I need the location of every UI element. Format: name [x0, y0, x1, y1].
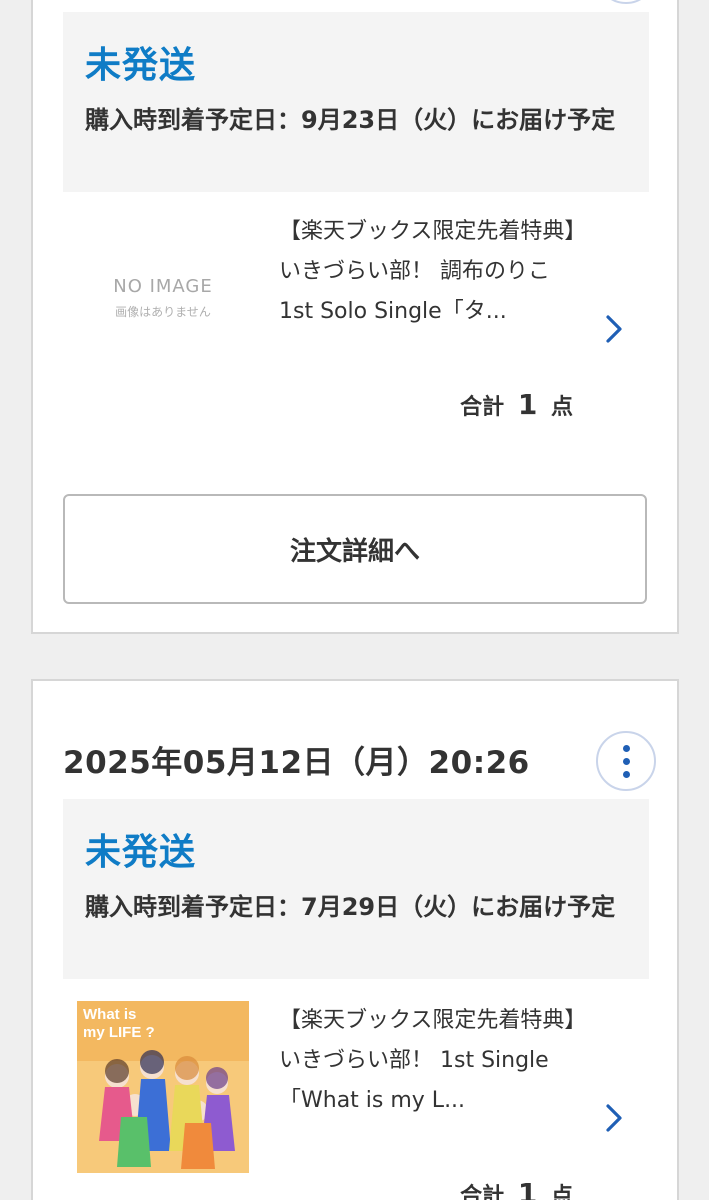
quantity-unit: 点 [550, 1184, 573, 1200]
delivery-estimate: 購入時到着予定日：7月29日（火）にお届け予定 [85, 893, 616, 921]
svg-text:What is: What is [83, 1006, 136, 1023]
item-quantity: 合計 1 点 [460, 388, 573, 421]
chevron-right-icon[interactable] [599, 1103, 629, 1133]
quantity-label: 合計 [460, 395, 505, 420]
quantity-value: 1 [517, 388, 538, 421]
quantity-unit: 点 [550, 395, 573, 420]
shipping-status: 未発送 [85, 45, 197, 86]
svg-text:my LIFE ?: my LIFE ? [83, 1024, 155, 1041]
shipping-status: 未発送 [85, 832, 197, 873]
item-title[interactable]: 【楽天ブックス限定先着特典】いきづらい部！ 1st Single「What is… [279, 1001, 579, 1121]
order-item[interactable]: What is my LIFE ? 【楽天ブックス限定先着特典】いきづらい部！ … [63, 991, 649, 1200]
quantity-label: 合計 [460, 1184, 505, 1200]
no-image-subtext: 画像はありません [115, 305, 211, 319]
no-image-text: NO IMAGE [113, 276, 213, 297]
order-datetime: 2025年05月12日（月）20:26 [63, 745, 530, 781]
order-history-page: 未発送 購入時到着予定日：9月23日（火）にお届け予定 NO IMAGE 画像は… [0, 0, 709, 1200]
item-quantity: 合計 1 点 [460, 1177, 573, 1200]
menu-dot [622, 744, 630, 752]
no-image-placeholder: NO IMAGE 画像はありません [77, 212, 249, 384]
menu-dot [622, 757, 630, 765]
product-cover-image: What is my LIFE ? [77, 1001, 249, 1173]
order-menu-button[interactable] [596, 0, 656, 4]
chevron-right-icon[interactable] [599, 314, 629, 344]
delivery-estimate: 購入時到着予定日：9月23日（火）にお届け予定 [85, 106, 616, 134]
shipping-status-box: 未発送 購入時到着予定日：7月29日（火）にお届け予定 [63, 799, 649, 979]
more-vertical-icon[interactable] [596, 731, 656, 791]
order-detail-button[interactable]: 注文詳細へ [63, 494, 647, 604]
item-title[interactable]: 【楽天ブックス限定先着特典】いきづらい部！ 調布のりこ 1st Solo Sin… [279, 212, 579, 332]
order-card: 未発送 購入時到着予定日：9月23日（火）にお届け予定 NO IMAGE 画像は… [31, 0, 679, 634]
quantity-value: 1 [517, 1177, 538, 1200]
shipping-status-box: 未発送 購入時到着予定日：9月23日（火）にお届け予定 [63, 12, 649, 192]
order-item[interactable]: NO IMAGE 画像はありません 【楽天ブックス限定先着特典】いきづらい部！ … [63, 202, 649, 421]
menu-dot [622, 770, 630, 778]
order-card: 2025年05月12日（月）20:26 未発送 購入時到着予定日：7月29日（火… [31, 679, 679, 1200]
